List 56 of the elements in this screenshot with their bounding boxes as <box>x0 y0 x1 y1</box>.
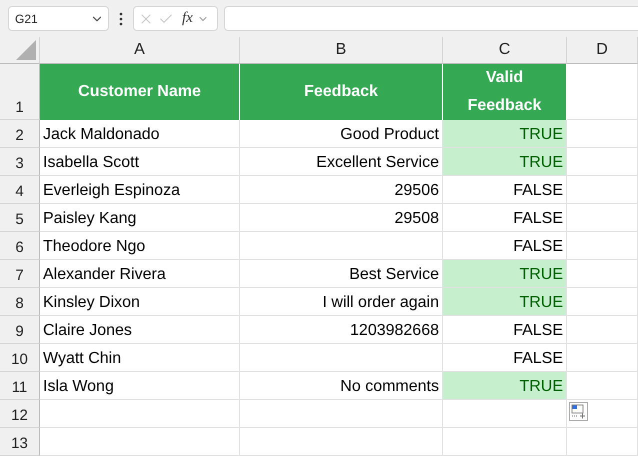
header-cell: Feedback <box>240 64 443 120</box>
table-cell: Excellent Service <box>240 148 443 176</box>
highlighted-cell: TRUE <box>443 148 567 176</box>
row-header[interactable]: 11 <box>0 372 40 400</box>
table-cell: Everleigh Espinoza <box>40 176 240 204</box>
column-header[interactable]: B <box>240 37 443 64</box>
table-cell: Wyatt Chin <box>40 344 240 372</box>
table-cell: 29506 <box>240 176 443 204</box>
highlighted-cell: TRUE <box>443 372 567 400</box>
highlighted-cell: FALSE <box>443 316 567 344</box>
select-all-button[interactable] <box>0 37 40 64</box>
row-header[interactable]: 6 <box>0 232 40 260</box>
row-header[interactable]: 9 <box>0 316 40 344</box>
row-header[interactable]: 13 <box>0 428 40 456</box>
table-cell: Isabella Scott <box>40 148 240 176</box>
table-cell: Claire Jones <box>40 316 240 344</box>
table-cell: Isla Wong <box>40 372 240 400</box>
triangle-icon <box>16 40 36 60</box>
table-cell: No comments <box>240 372 443 400</box>
table-cell: I will order again <box>240 288 443 316</box>
table-cell: 1203982668 <box>240 316 443 344</box>
header-cell: Valid Feedback <box>443 64 567 120</box>
row-header[interactable]: 8 <box>0 288 40 316</box>
table-cell: 29508 <box>240 204 443 232</box>
row-header[interactable]: 5 <box>0 204 40 232</box>
column-header[interactable]: D <box>567 37 638 64</box>
table-cell: Paisley Kang <box>40 204 240 232</box>
header-cell: Customer Name <box>40 64 240 120</box>
table-cell: Theodore Ngo <box>40 232 240 260</box>
highlighted-cell: TRUE <box>443 288 567 316</box>
highlighted-cell: TRUE <box>443 120 567 148</box>
column-header[interactable]: A <box>40 37 240 64</box>
table-cell: Good Product <box>240 120 443 148</box>
row-header[interactable]: 2 <box>0 120 40 148</box>
formula-input[interactable] <box>224 6 638 31</box>
row-header[interactable]: 4 <box>0 176 40 204</box>
name-box[interactable]: G21 <box>8 6 109 31</box>
column-header[interactable]: C <box>443 37 567 64</box>
empty-cell <box>567 428 638 456</box>
insert-function-button[interactable]: fx <box>182 10 193 27</box>
highlighted-cell: TRUE <box>443 260 567 288</box>
table-cell: Jack Maldonado <box>40 120 240 148</box>
table-cell: Kinsley Dixon <box>40 288 240 316</box>
row-header[interactable]: 7 <box>0 260 40 288</box>
highlighted-cell: FALSE <box>443 344 567 372</box>
row-header[interactable]: 12 <box>0 400 40 428</box>
highlighted-cell: FALSE <box>443 176 567 204</box>
quick-analysis-icon[interactable] <box>569 402 588 421</box>
row-header[interactable]: 1 <box>0 64 40 120</box>
highlighted-cell: FALSE <box>443 204 567 232</box>
more-icon <box>119 12 123 26</box>
row-header[interactable]: 3 <box>0 148 40 176</box>
table-cell: Alexander Rivera <box>40 260 240 288</box>
row-header[interactable]: 10 <box>0 344 40 372</box>
highlighted-cell: FALSE <box>443 232 567 260</box>
table-cell: Best Service <box>240 260 443 288</box>
